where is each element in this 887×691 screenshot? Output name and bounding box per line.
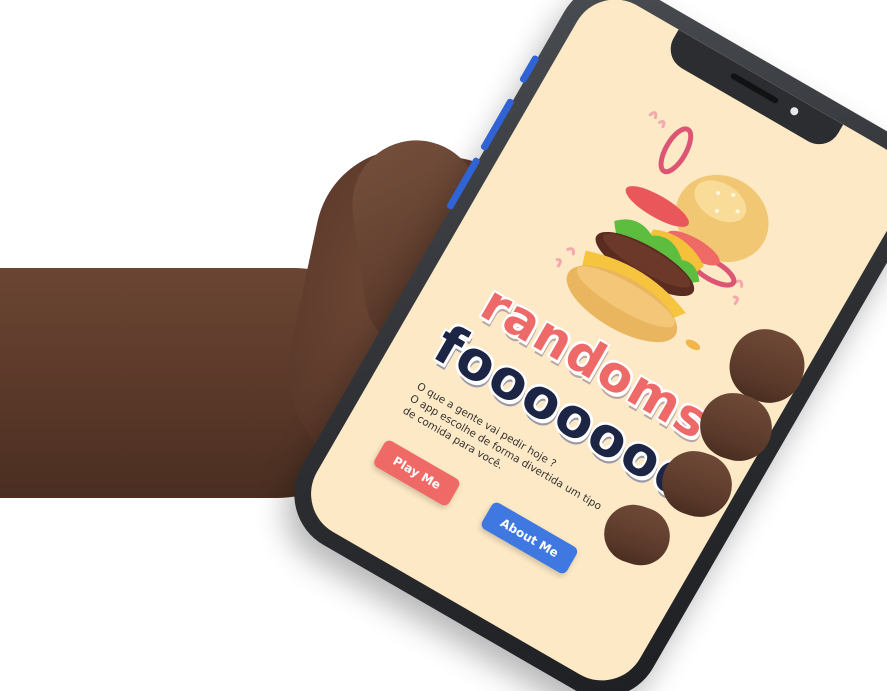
play-me-button[interactable]: Play Me (372, 438, 462, 508)
about-me-button[interactable]: About Me (479, 500, 580, 576)
mockup-stage: randoms fooooood O que a gente vai pedir… (0, 0, 887, 691)
front-camera-icon (788, 105, 800, 117)
